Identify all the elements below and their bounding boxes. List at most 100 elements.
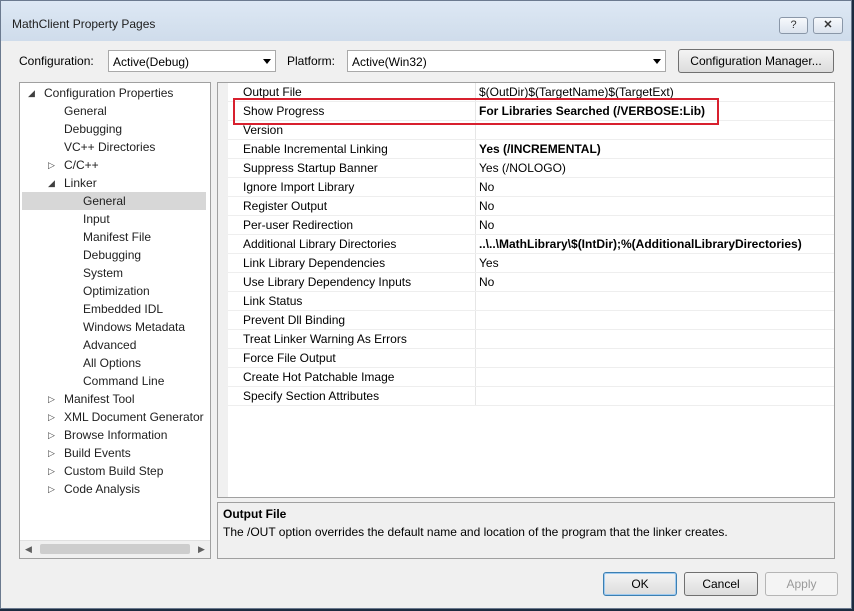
tree-item[interactable]: Debugging [20,120,210,138]
tree-item-label: System [83,266,124,280]
property-row[interactable]: Create Hot Patchable Image [228,368,834,387]
tree-item-label: Browse Information [64,428,168,442]
title-bar: MathClient Property Pages ? ✕ [1,1,851,41]
property-name: Link Status [243,294,303,308]
configuration-dropdown[interactable]: Active(Debug) [108,50,276,72]
scrollbar-thumb[interactable] [40,544,190,554]
tree-item-label: General [64,104,107,118]
cancel-button[interactable]: Cancel [684,572,758,596]
tree-item[interactable]: General [20,102,210,120]
tree-item[interactable]: General [22,192,206,210]
tree-item-label: Manifest File [83,230,152,244]
tree-item[interactable]: Embedded IDL [20,300,210,318]
tree-item[interactable]: Windows Metadata [20,318,210,336]
tree-item-label: Optimization [83,284,150,298]
tree-item[interactable]: Input [20,210,210,228]
property-row[interactable]: Per-user Redirection No [228,216,834,235]
tree-item[interactable]: ▷ Custom Build Step [20,462,210,480]
property-value[interactable]: No [479,218,494,232]
tree-item[interactable]: Command Line [20,372,210,390]
collapse-arrow-icon[interactable]: ◢ [28,84,35,102]
property-name: Link Library Dependencies [243,256,386,270]
property-row[interactable]: Suppress Startup Banner Yes (/NOLOGO) [228,159,834,178]
property-value[interactable]: Yes (/INCREMENTAL) [479,142,601,156]
property-row[interactable]: Treat Linker Warning As Errors [228,330,834,349]
tree-item[interactable]: ▷ Build Events [20,444,210,462]
apply-button[interactable]: Apply [765,572,838,596]
property-row[interactable]: Use Library Dependency Inputs No [228,273,834,292]
configuration-value: Active(Debug) [113,55,190,69]
expand-arrow-icon[interactable]: ▷ [48,462,55,480]
configuration-label: Configuration: [19,54,94,68]
collapse-arrow-icon[interactable]: ◢ [48,174,55,192]
configuration-manager-button[interactable]: Configuration Manager... [678,49,834,73]
property-row[interactable]: Force File Output [228,349,834,368]
chevron-down-icon [263,59,271,64]
property-pages-dialog: MathClient Property Pages ? ✕ Configurat… [0,0,852,609]
property-value[interactable]: ..\..\MathLibrary\$(IntDir);%(Additional… [479,237,802,251]
expand-arrow-icon[interactable]: ▷ [48,480,55,498]
close-button[interactable]: ✕ [813,17,843,34]
tree-item-label: VC++ Directories [64,140,156,154]
property-value[interactable]: $(OutDir)$(TargetName)$(TargetExt) [479,85,674,99]
expand-arrow-icon[interactable]: ▷ [48,408,55,426]
property-row[interactable]: Link Library Dependencies Yes [228,254,834,273]
property-value[interactable]: No [479,199,494,213]
expand-arrow-icon[interactable]: ▷ [48,426,55,444]
property-name: Specify Section Attributes [243,389,380,403]
property-value[interactable]: No [479,275,494,289]
tree-item-label: Debugging [64,122,123,136]
window-title: MathClient Property Pages [12,17,156,31]
tree-item[interactable]: ◢ Configuration Properties [20,84,210,102]
tree-item[interactable]: Debugging [20,246,210,264]
property-value[interactable]: No [479,180,494,194]
property-row[interactable]: Ignore Import Library No [228,178,834,197]
property-name: Ignore Import Library [243,180,355,194]
tree-item-label: XML Document Generator [64,410,204,424]
tree-item[interactable]: ▷ XML Document Generator [20,408,210,426]
tree-item-label: Input [83,212,110,226]
expand-arrow-icon[interactable]: ▷ [48,444,55,462]
tree-item[interactable]: Advanced [20,336,210,354]
expand-arrow-icon[interactable]: ▷ [48,390,55,408]
tree-item[interactable]: VC++ Directories [20,138,210,156]
property-name: Create Hot Patchable Image [243,370,395,384]
tree-item-label: Custom Build Step [64,464,164,478]
help-button[interactable]: ? [779,17,808,34]
tree-item[interactable]: Manifest File [20,228,210,246]
tree-item[interactable]: System [20,264,210,282]
scroll-right-icon[interactable]: ▶ [193,541,210,558]
category-tree[interactable]: ◀ ▶ ◢ Configuration Properties General Debu… [19,82,211,559]
tree-horizontal-scrollbar[interactable]: ◀ ▶ [20,540,210,558]
tree-item[interactable]: ▷ Manifest Tool [20,390,210,408]
tree-item[interactable]: All Options [20,354,210,372]
property-row[interactable]: Link Status [228,292,834,311]
property-row[interactable]: Additional Library Directories ..\..\Math… [228,235,834,254]
tree-item-label: Command Line [83,374,165,388]
property-name: Register Output [243,199,328,213]
tree-item[interactable]: ▷ C/C++ [20,156,210,174]
property-name: Additional Library Directories [243,237,397,251]
property-row[interactable]: Enable Incremental Linking Yes (/INCREMEN… [228,140,834,159]
property-name: Version [243,123,284,137]
tree-item[interactable]: ▷ Code Analysis [20,480,210,498]
tree-item[interactable]: Optimization [20,282,210,300]
ok-button[interactable]: OK [603,572,677,596]
help-icon: ? [790,19,797,31]
platform-dropdown[interactable]: Active(Win32) [347,50,666,72]
property-value[interactable]: Yes [479,256,499,270]
property-row[interactable]: Prevent Dll Binding [228,311,834,330]
property-value[interactable]: Yes (/NOLOGO) [479,161,566,175]
property-name: Output File [243,85,302,99]
tree-item-label: Manifest Tool [64,392,135,406]
property-row[interactable]: Specify Section Attributes [228,387,834,406]
tree-item-label: Windows Metadata [83,320,186,334]
property-row[interactable]: Register Output No [228,197,834,216]
tree-item-label: Linker [64,176,97,190]
tree-item[interactable]: ▷ Browse Information [20,426,210,444]
expand-arrow-icon[interactable]: ▷ [48,156,55,174]
property-name: Treat Linker Warning As Errors [243,332,407,346]
tree-item[interactable]: ◢ Linker [20,174,210,192]
scroll-left-icon[interactable]: ◀ [20,541,37,558]
tree-item-label: C/C++ [64,158,99,172]
